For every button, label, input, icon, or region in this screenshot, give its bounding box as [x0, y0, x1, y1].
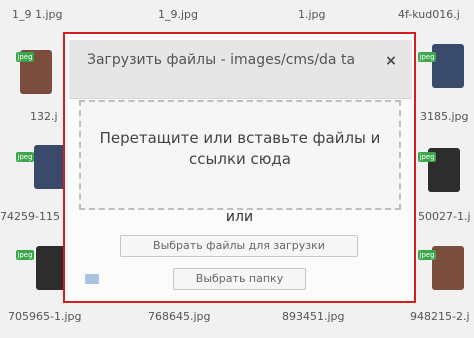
file-thumbnail[interactable]	[432, 246, 464, 290]
drop-zone-text: Перетащите или вставьте файлы и ссылки с…	[99, 129, 381, 168]
file-name[interactable]: 893451.jpg	[282, 310, 345, 323]
dialog-title: Загрузить файлы - images/cms/da ta	[87, 52, 356, 68]
file-name[interactable]: 948215-2.j	[410, 310, 470, 323]
jpeg-tag: jpeg	[418, 52, 436, 62]
drop-zone[interactable]: Перетащите или вставьте файлы и ссылки с…	[79, 100, 401, 210]
jpeg-tag: jpeg	[418, 152, 436, 162]
file-name[interactable]: 132.j	[30, 110, 58, 123]
file-thumbnail[interactable]	[34, 145, 66, 189]
jpeg-tag: jpeg	[16, 52, 34, 62]
jpeg-tag: jpeg	[16, 250, 34, 260]
jpeg-tag: jpeg	[418, 250, 436, 260]
file-name[interactable]: 768645.jpg	[148, 310, 211, 323]
file-thumbnail[interactable]	[432, 44, 464, 88]
choose-folder-button[interactable]: Выбрать папку	[173, 268, 306, 290]
or-separator: или	[225, 209, 254, 225]
file-icon	[85, 274, 99, 284]
file-name[interactable]: 74259-115	[0, 210, 60, 223]
upload-dialog: Загрузить файлы - images/cms/da ta × Пер…	[63, 32, 416, 303]
file-name[interactable]: 1_9 1.jpg	[12, 8, 63, 21]
choose-files-button[interactable]: Выбрать файлы для загрузки	[120, 235, 358, 257]
file-name[interactable]: 1.jpg	[298, 8, 326, 21]
dialog-header: Загрузить файлы - images/cms/da ta ×	[69, 40, 412, 99]
file-name[interactable]: 705965-1.jpg	[8, 310, 81, 323]
file-name[interactable]: 4f-kud016.j	[398, 8, 460, 21]
close-icon[interactable]: ×	[383, 53, 399, 69]
file-name[interactable]: 1_9.jpg	[158, 8, 198, 21]
jpeg-tag: jpeg	[16, 152, 34, 162]
file-name[interactable]: 3185.jpg	[420, 110, 469, 123]
file-name[interactable]: 50027-1.j	[418, 210, 471, 223]
